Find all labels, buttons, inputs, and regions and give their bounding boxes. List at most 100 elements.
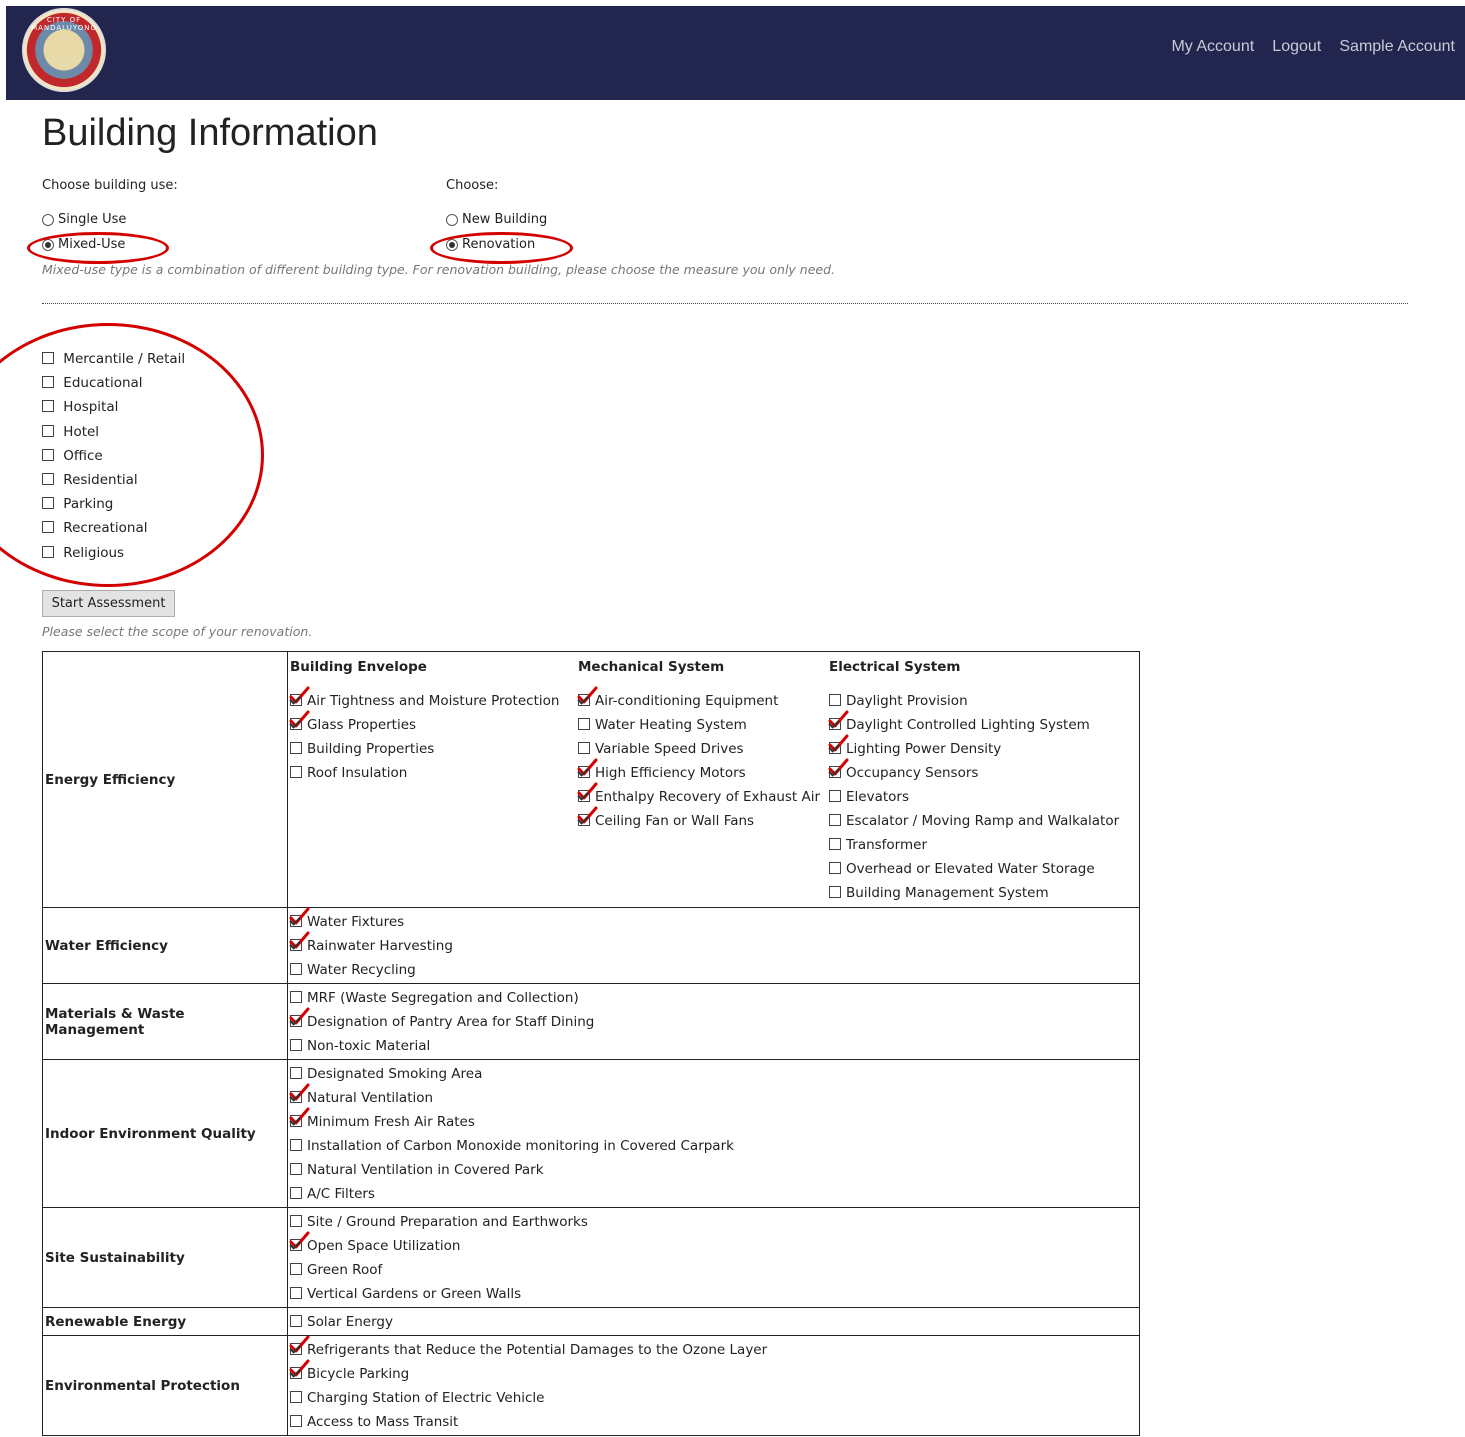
checkbox[interactable] (42, 376, 54, 389)
measure-item[interactable]: Overhead or Elevated Water Storage (829, 857, 1139, 881)
use-type-item[interactable]: Educational (42, 375, 143, 391)
checkbox-checked[interactable] (289, 931, 310, 951)
measure-item[interactable]: Rainwater Harvesting (289, 931, 1139, 958)
use-type-item[interactable]: Religious (42, 545, 124, 561)
checkbox-checked[interactable] (828, 734, 849, 754)
checkbox[interactable] (290, 1287, 302, 1299)
checkbox[interactable] (290, 1391, 302, 1403)
measure-item[interactable]: Green Roof (290, 1258, 1139, 1282)
measure-item[interactable]: Non-toxic Material (290, 1034, 1139, 1058)
checkbox[interactable] (290, 991, 302, 1003)
measure-item[interactable]: Building Management System (829, 881, 1139, 905)
checkbox-checked[interactable] (289, 1107, 310, 1127)
checkbox-checked[interactable] (289, 686, 310, 706)
measure-item[interactable]: High Efficiency Motors (577, 758, 829, 785)
checkbox[interactable] (829, 862, 841, 874)
use-type-item[interactable]: Office (42, 448, 103, 464)
measure-item[interactable]: Water Heating System (578, 713, 829, 737)
checkbox[interactable] (829, 814, 841, 826)
radio-single-use[interactable]: Single Use (42, 212, 126, 227)
measure-item[interactable]: Bicycle Parking (289, 1359, 1139, 1386)
measure-item[interactable]: Designation of Pantry Area for Staff Din… (289, 1007, 1139, 1034)
checkbox[interactable] (290, 1187, 302, 1199)
checkbox-checked[interactable] (577, 758, 598, 778)
measure-item[interactable]: Water Recycling (290, 958, 1139, 982)
checkbox[interactable] (829, 790, 841, 802)
checkbox-checked[interactable] (289, 710, 310, 730)
checkbox[interactable] (290, 742, 302, 754)
measure-item[interactable]: Escalator / Moving Ramp and Walkalator (829, 809, 1139, 833)
checkbox-checked[interactable] (289, 1083, 310, 1103)
city-seal-logo[interactable]: CITY OF MANDALUYONG (22, 8, 106, 92)
checkbox[interactable] (829, 886, 841, 898)
measure-item[interactable]: MRF (Waste Segregation and Collection) (290, 986, 1139, 1010)
checkbox-checked[interactable] (828, 758, 849, 778)
measure-item[interactable]: Transformer (829, 833, 1139, 857)
measure-item[interactable]: Refrigerants that Reduce the Potential D… (289, 1335, 1139, 1362)
checkbox[interactable] (42, 521, 54, 534)
checkbox[interactable] (578, 718, 590, 730)
checkbox[interactable] (290, 1315, 302, 1327)
use-type-item[interactable]: Hospital (42, 399, 118, 415)
radio-icon[interactable] (446, 213, 458, 226)
measure-item[interactable]: Charging Station of Electric Vehicle (290, 1386, 1139, 1410)
measure-item[interactable]: Daylight Provision (829, 689, 1139, 713)
checkbox[interactable] (290, 1215, 302, 1227)
measure-item[interactable]: A/C Filters (290, 1182, 1139, 1206)
checkbox[interactable] (42, 497, 54, 510)
measure-item[interactable]: Ceiling Fan or Wall Fans (577, 806, 829, 833)
checkbox[interactable] (290, 766, 302, 778)
checkbox[interactable] (42, 400, 54, 413)
measure-item[interactable]: Elevators (829, 785, 1139, 809)
measure-item[interactable]: Designated Smoking Area (290, 1062, 1139, 1086)
measure-item[interactable]: Water Fixtures (289, 907, 1139, 934)
measure-item[interactable]: Air-conditioning Equipment (577, 686, 829, 713)
checkbox-checked[interactable] (577, 806, 598, 826)
measure-item[interactable]: Minimum Fresh Air Rates (289, 1107, 1139, 1134)
checkbox[interactable] (290, 1067, 302, 1079)
checkbox-checked[interactable] (577, 782, 598, 802)
checkbox[interactable] (829, 694, 841, 706)
radio-icon[interactable] (42, 213, 54, 226)
measure-item[interactable]: Vertical Gardens or Green Walls (290, 1282, 1139, 1306)
checkbox-checked[interactable] (289, 907, 310, 927)
measure-item[interactable]: Natural Ventilation in Covered Park (290, 1158, 1139, 1182)
checkbox-checked[interactable] (577, 686, 598, 706)
checkbox-checked[interactable] (828, 710, 849, 730)
checkbox[interactable] (290, 1039, 302, 1051)
measure-item[interactable]: Installation of Carbon Monoxide monitori… (290, 1134, 1139, 1158)
checkbox-checked[interactable] (289, 1359, 310, 1379)
measure-item[interactable]: Occupancy Sensors (828, 758, 1139, 785)
measure-item[interactable]: Enthalpy Recovery of Exhaust Air (577, 782, 829, 809)
checkbox[interactable] (290, 1263, 302, 1275)
checkbox-checked[interactable] (289, 1231, 310, 1251)
measure-item[interactable]: Lighting Power Density (828, 734, 1139, 761)
measure-item[interactable]: Building Properties (290, 737, 578, 761)
measure-item[interactable]: Access to Mass Transit (290, 1410, 1139, 1434)
checkbox[interactable] (42, 424, 54, 437)
checkbox[interactable] (290, 1163, 302, 1175)
measure-item[interactable]: Open Space Utilization (289, 1231, 1139, 1258)
checkbox[interactable] (829, 838, 841, 850)
checkbox[interactable] (290, 1139, 302, 1151)
radio-new-building[interactable]: New Building (446, 212, 547, 227)
checkbox[interactable] (42, 473, 54, 485)
checkbox-checked[interactable] (289, 1335, 310, 1355)
measure-item[interactable]: Natural Ventilation (289, 1083, 1139, 1110)
checkbox[interactable] (578, 742, 590, 754)
measure-item[interactable]: Glass Properties (289, 710, 578, 737)
measure-item[interactable]: Site / Ground Preparation and Earthworks (290, 1210, 1139, 1234)
sample-account-link[interactable]: Sample Account (1339, 38, 1455, 55)
checkbox[interactable] (42, 545, 54, 558)
use-type-item[interactable]: Parking (42, 496, 113, 512)
measure-item[interactable]: Variable Speed Drives (578, 737, 829, 761)
start-assessment-button[interactable]: Start Assessment (42, 590, 175, 617)
checkbox[interactable] (290, 963, 302, 975)
measure-item[interactable]: Roof Insulation (290, 761, 578, 785)
checkbox-checked[interactable] (289, 1007, 310, 1027)
measure-item[interactable]: Solar Energy (290, 1310, 1139, 1334)
checkbox[interactable] (290, 1415, 302, 1427)
measure-item[interactable]: Air Tightness and Moisture Protection (289, 686, 578, 713)
my-account-link[interactable]: My Account (1171, 38, 1254, 55)
checkbox[interactable] (42, 352, 54, 364)
